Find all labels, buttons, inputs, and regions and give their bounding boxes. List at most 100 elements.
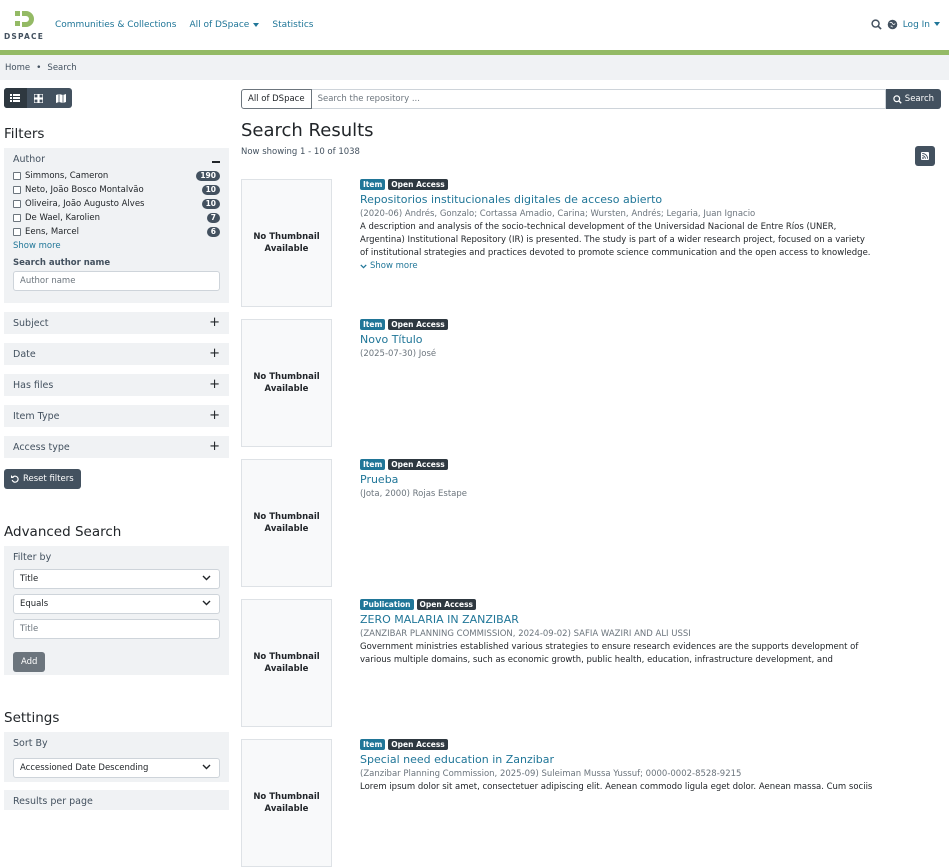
result-body: Item Open Access Repositorios institucio…: [360, 179, 875, 271]
facet-count-badge: 6: [206, 227, 220, 237]
plus-icon[interactable]: +: [209, 440, 220, 453]
checkbox[interactable]: [13, 214, 21, 222]
thumbnail[interactable]: No Thumbnail Available: [241, 599, 332, 727]
nav-communities-collections[interactable]: Communities & Collections: [55, 20, 176, 30]
facet-option[interactable]: Eens, Marcel 6: [13, 225, 220, 239]
filter-value-input[interactable]: Title: [13, 619, 220, 639]
facet-title: Has files: [13, 380, 54, 391]
plus-icon[interactable]: +: [209, 409, 220, 422]
facet-access-type[interactable]: Access type +: [4, 436, 229, 458]
filter-operator-select[interactable]: Equals: [13, 594, 220, 614]
results-per-page-label: Results per page: [13, 796, 93, 807]
main-content: All of DSpace Search the repository ... …: [241, 89, 941, 867]
search-bar: All of DSpace Search the repository ... …: [241, 89, 941, 109]
result-body: Item Open Access Special need education …: [360, 739, 875, 794]
result-abstract: Government ministries established variou…: [360, 642, 859, 665]
plus-icon[interactable]: +: [209, 316, 220, 329]
badges: Item Open Access: [360, 459, 875, 470]
result-abstract: A description and analysis of the socio-…: [360, 222, 871, 258]
map-view-button[interactable]: [49, 88, 72, 108]
nav-statistics[interactable]: Statistics: [272, 20, 313, 30]
type-badge: Item: [360, 459, 386, 470]
logo-text: DSPACE: [4, 32, 45, 41]
globe-icon[interactable]: [887, 19, 898, 30]
facet-title: Access type: [13, 442, 70, 453]
filter-field-select[interactable]: Title: [13, 569, 220, 589]
dspace-logo-icon: [15, 11, 34, 27]
result-title[interactable]: Repositorios institucionales digitales d…: [360, 193, 875, 206]
show-more-link[interactable]: Show more: [360, 261, 875, 271]
result-meta: (Zanzibar Planning Commission, 2025-09) …: [360, 769, 742, 779]
result-title[interactable]: ZERO MALARIA IN ZANZIBAR: [360, 613, 875, 626]
advanced-search-panel: Filter by Title Equals Title Add: [4, 546, 229, 675]
sort-by-label: Sort By: [13, 738, 48, 749]
result-meta: (ZANZIBAR PLANNING COMMISSION, 2024-09-0…: [360, 629, 691, 639]
facet-option[interactable]: Neto, João Bosco Montalvão 10: [13, 183, 220, 197]
login-button[interactable]: Log In: [903, 20, 940, 30]
reset-wrap: Reset filters: [4, 468, 229, 489]
nav-all-of-dspace[interactable]: All of DSpace: [189, 20, 260, 30]
thumbnail[interactable]: No Thumbnail Available: [241, 739, 332, 867]
add-filter-button[interactable]: Add: [13, 652, 46, 672]
result-title[interactable]: Prueba: [360, 473, 875, 486]
settings-heading: Settings: [4, 710, 60, 726]
rss-button[interactable]: [915, 146, 935, 166]
thumbnail[interactable]: No Thumbnail Available: [241, 459, 332, 587]
search-icon[interactable]: [871, 19, 882, 30]
facet-title: Item Type: [13, 411, 60, 422]
result-body: Item Open Access Prueba (Jota, 2000) Roj…: [360, 459, 875, 499]
checkbox[interactable]: [13, 200, 21, 208]
show-more-link[interactable]: Show more: [13, 241, 220, 251]
checkbox[interactable]: [13, 172, 21, 180]
badges: Publication Open Access: [360, 599, 875, 610]
facet-option-label: De Wael, Karolien: [25, 213, 101, 223]
facet-has-files[interactable]: Has files +: [4, 374, 229, 396]
thumbnail[interactable]: No Thumbnail Available: [241, 179, 332, 307]
author-options: Simmons, Cameron 190 Neto, João Bosco Mon…: [13, 169, 220, 239]
result-title[interactable]: Novo Título: [360, 333, 875, 346]
login-label: Log In: [902, 19, 930, 30]
facet-option[interactable]: Simmons, Cameron 190: [13, 169, 220, 183]
thumbnail[interactable]: No Thumbnail Available: [241, 319, 332, 447]
type-badge: Publication: [360, 599, 414, 610]
plus-icon[interactable]: +: [209, 378, 220, 391]
grid-view-button[interactable]: [27, 88, 50, 108]
facet-subject[interactable]: Subject +: [4, 312, 229, 334]
view-mode-switch: [4, 88, 72, 108]
sort-select[interactable]: Accessioned Date Descending: [13, 758, 220, 778]
type-badge: Item: [360, 739, 386, 750]
sort-value: Accessioned Date Descending: [20, 763, 149, 773]
grid-icon: [33, 93, 43, 103]
author-name-input[interactable]: Author name: [13, 271, 220, 291]
facet-date[interactable]: Date +: [4, 343, 229, 365]
search-button[interactable]: Search: [885, 89, 941, 109]
facet-option[interactable]: Oliveira, João Augusto Alves 10: [13, 197, 220, 211]
checkbox[interactable]: [13, 186, 21, 194]
plus-icon[interactable]: +: [209, 347, 220, 360]
facet-author: Author Simmons, Cameron 190 Neto, João Bo…: [4, 148, 229, 303]
list-view-button[interactable]: [4, 88, 27, 108]
scope-selector[interactable]: All of DSpace: [241, 89, 312, 109]
search-icon: [893, 94, 902, 104]
filter-operator-value: Equals: [20, 599, 49, 609]
result-meta: (2025-07-30) José: [360, 349, 437, 359]
chevron-down-icon: [202, 600, 211, 606]
badges: Item Open Access: [360, 739, 875, 750]
access-badge: Open Access: [388, 739, 448, 750]
facet-option-label: Eens, Marcel: [25, 227, 79, 237]
author-search-label: Search author name: [13, 258, 111, 268]
breadcrumb-home[interactable]: Home: [5, 63, 30, 73]
facet-option[interactable]: De Wael, Karolien 7: [13, 211, 220, 225]
search-input[interactable]: Search the repository ...: [311, 89, 886, 109]
sidebar: Filters Author Simmons, Cameron 190 Neto,…: [4, 88, 229, 810]
collapse-icon[interactable]: [212, 161, 220, 163]
checkbox[interactable]: [13, 228, 21, 236]
facet-author-title[interactable]: Author: [13, 154, 220, 165]
type-badge: Item: [360, 179, 386, 190]
caret-down-icon: [253, 22, 260, 27]
reset-filters-button[interactable]: Reset filters: [4, 469, 81, 489]
result-title[interactable]: Special need education in Zanzibar: [360, 753, 875, 766]
dspace-logo[interactable]: DSPACE: [4, 8, 46, 44]
filter-field-value: Title: [20, 574, 39, 584]
facet-item-type[interactable]: Item Type +: [4, 405, 229, 427]
